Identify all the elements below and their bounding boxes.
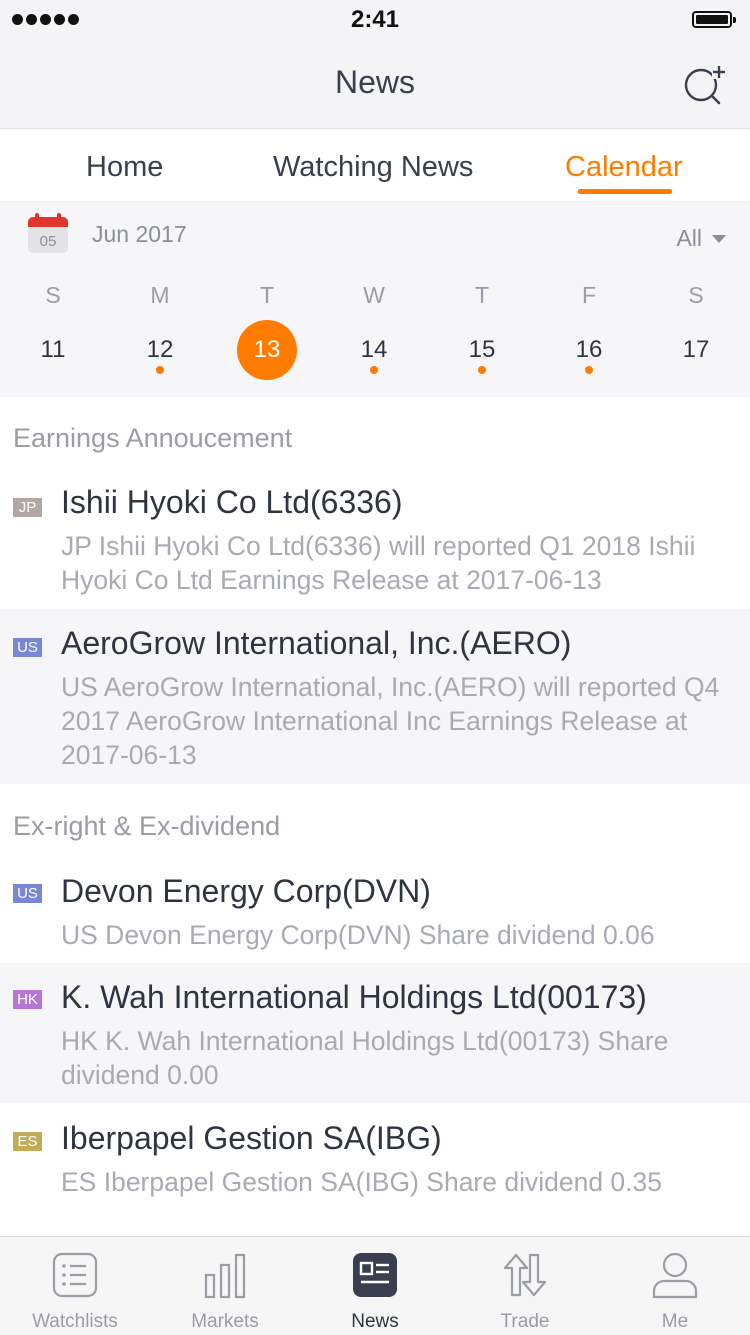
tab-active-indicator	[578, 189, 672, 194]
calendar-week: 05 Jun 2017 All SMTWTFS 11 12 13 14 15 16 17	[0, 202, 750, 397]
market-badge: US	[13, 638, 42, 657]
month-label[interactable]: Jun 2017	[92, 221, 187, 248]
tabbar-item-markets[interactable]: Markets	[150, 1237, 300, 1335]
event-dot	[370, 366, 378, 374]
weekday-label: T	[259, 282, 275, 308]
section-title-earnings: Earnings Annoucement	[13, 423, 293, 453]
item-title: Devon Energy Corp(DVN)	[61, 873, 431, 909]
tabbar-label: Me	[661, 1311, 689, 1332]
item-description: US Devon Energy Corp(DVN) Share dividend…	[61, 920, 655, 950]
page-title: News	[334, 64, 415, 100]
top-bar: 2:41 News	[0, 0, 750, 129]
list-item[interactable]: US AeroGrow International, Inc.(AERO) US…	[0, 609, 750, 784]
filter-label: All	[676, 225, 702, 251]
list-item[interactable]: ES Iberpapel Gestion SA(IBG) ES Iberpape…	[0, 1104, 750, 1236]
tabbar-label: News	[351, 1311, 399, 1332]
tab-calendar[interactable]: Calendar	[565, 151, 683, 184]
tab-watching-news[interactable]: Watching News	[273, 151, 473, 184]
item-title: Iberpapel Gestion SA(IBG)	[61, 1120, 442, 1156]
weekday-label: M	[150, 282, 170, 308]
weekday-label: W	[363, 282, 385, 308]
news-tabs: Home Watching News Calendar	[0, 129, 750, 202]
calendar-day[interactable]: 17	[666, 320, 726, 380]
watchlist-icon	[52, 1252, 98, 1298]
weekday-label: F	[581, 282, 597, 308]
event-dot	[156, 366, 164, 374]
trade-arrows-icon	[503, 1253, 547, 1297]
calendar-day[interactable]: 11	[23, 320, 83, 380]
event-dot	[478, 366, 486, 374]
tabbar-item-trade[interactable]: Trade	[450, 1237, 600, 1335]
calendar-day-selected[interactable]: 13	[237, 320, 297, 380]
list-item[interactable]: JP Ishii Hyoki Co Ltd(6336) JP Ishii Hyo…	[0, 468, 750, 608]
tabbar-item-watchlists[interactable]: Watchlists	[0, 1237, 150, 1335]
event-dot	[585, 366, 593, 374]
status-time: 2:41	[350, 6, 400, 33]
tabbar-item-news[interactable]: News	[300, 1237, 450, 1335]
calendar-icon[interactable]: 05	[27, 213, 69, 255]
list-item[interactable]: US Devon Energy Corp(DVN) US Devon Energ…	[0, 857, 750, 962]
item-description: ES Iberpapel Gestion SA(IBG) Share divid…	[61, 1167, 663, 1197]
tabbar-label: Watchlists	[32, 1311, 118, 1332]
chevron-down-icon	[712, 234, 726, 243]
item-description: JP Ishii Hyoki Co Ltd(6336) will reporte…	[61, 531, 696, 595]
search-add-icon[interactable]	[682, 62, 728, 106]
market-badge: JP	[13, 498, 42, 517]
weekday-label: S	[688, 282, 704, 308]
tab-home[interactable]: Home	[86, 151, 163, 184]
filter-dropdown[interactable]: All	[676, 225, 726, 252]
market-badge: HK	[13, 990, 42, 1009]
item-title: Ishii Hyoki Co Ltd(6336)	[61, 484, 403, 520]
status-bar: 2:41	[0, 0, 750, 40]
bar-chart-icon	[204, 1253, 246, 1299]
item-description: US AeroGrow International, Inc.(AERO) wi…	[61, 672, 720, 770]
tabbar-label: Trade	[500, 1311, 550, 1332]
list-item[interactable]: HK K. Wah International Holdings Ltd(001…	[0, 963, 750, 1103]
market-badge: ES	[13, 1132, 42, 1151]
weekday-label: T	[474, 282, 490, 308]
item-description: HK K. Wah International Holdings Ltd(001…	[61, 1026, 669, 1090]
svg-text:05: 05	[40, 233, 57, 250]
item-title: AeroGrow International, Inc.(AERO)	[61, 625, 572, 661]
bottom-tab-bar: Watchlists Markets News Trade Me	[0, 1236, 750, 1335]
news-icon	[353, 1253, 397, 1297]
tabbar-item-me[interactable]: Me	[600, 1237, 750, 1335]
section-title-dividend: Ex-right & Ex-dividend	[13, 811, 281, 841]
battery-icon	[692, 11, 736, 28]
market-badge: US	[13, 884, 42, 903]
item-title: K. Wah International Holdings Ltd(00173)	[61, 979, 647, 1015]
weekday-label: S	[45, 282, 61, 308]
person-icon	[652, 1252, 698, 1299]
tabbar-label: Markets	[191, 1311, 259, 1332]
